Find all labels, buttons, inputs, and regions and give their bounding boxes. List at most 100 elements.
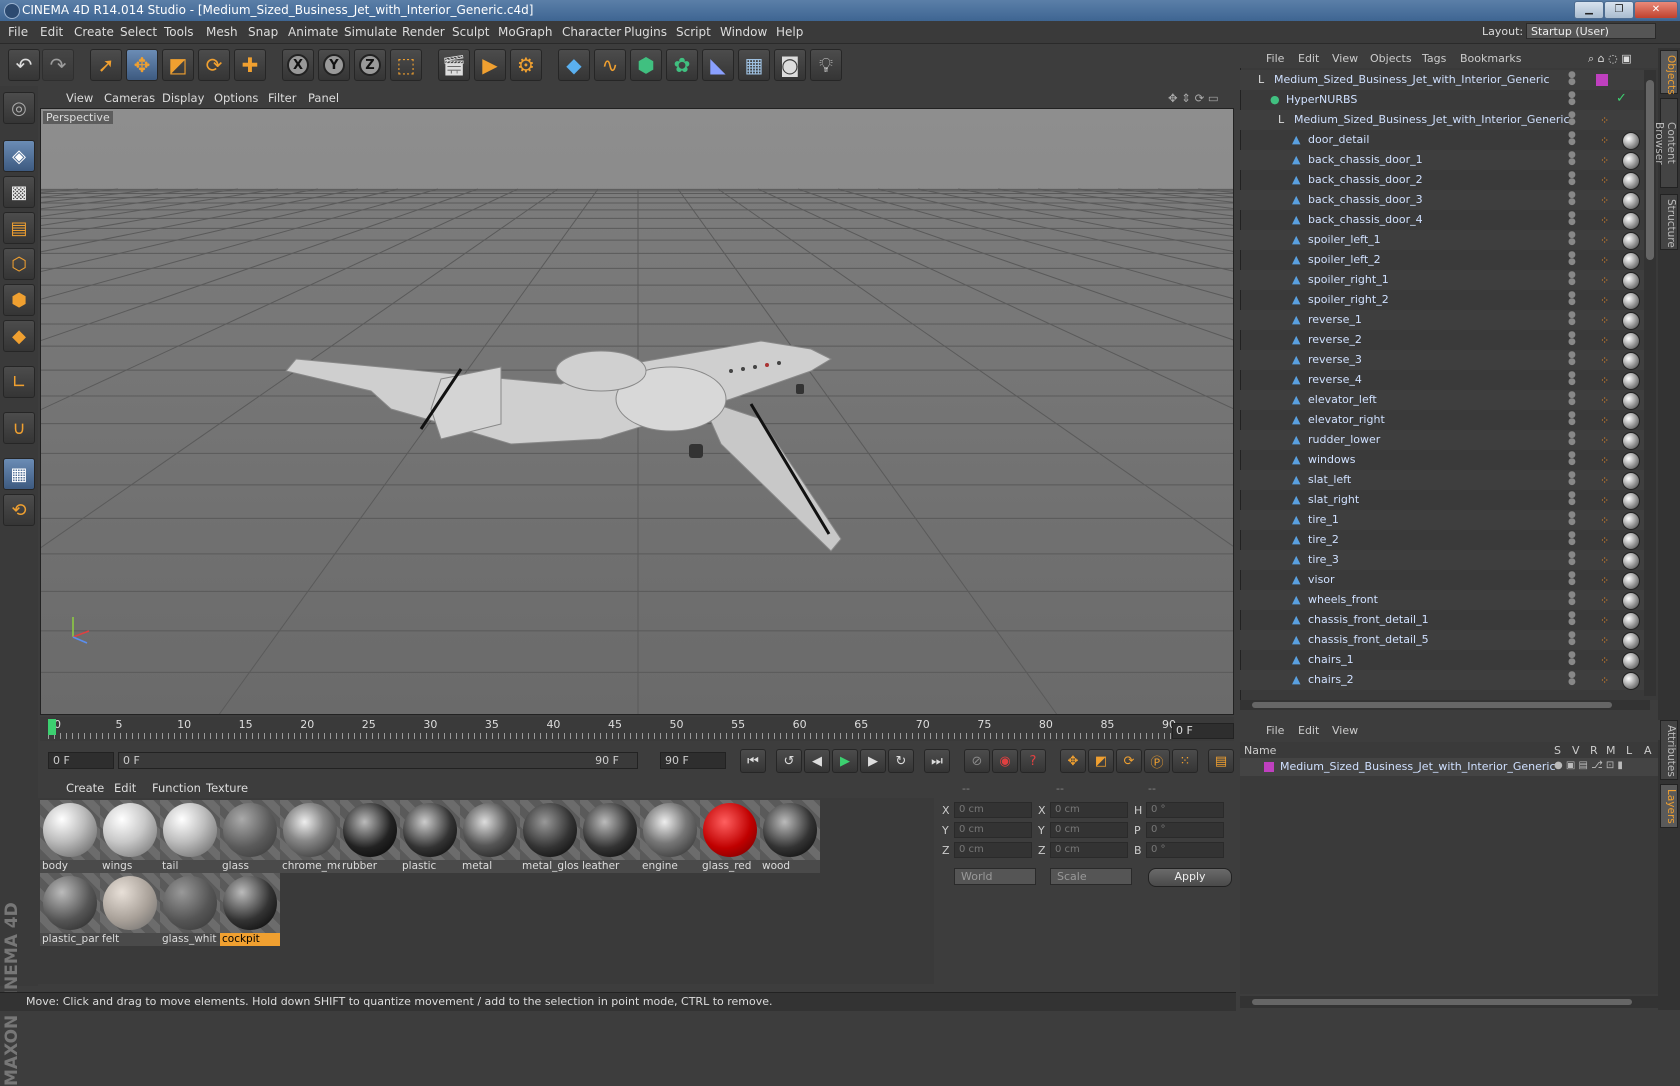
prev-frame-button[interactable]: ◀ xyxy=(804,749,830,773)
material-swatch[interactable]: body xyxy=(40,800,100,874)
render-picture-viewer-button[interactable]: ▶ xyxy=(474,49,506,81)
key-rotation-button[interactable]: ⟳ xyxy=(1116,749,1142,773)
phong-tag-icon[interactable]: ⁘ xyxy=(1600,634,1613,647)
object-name[interactable]: door_detail xyxy=(1308,133,1369,146)
object-row[interactable]: ▲ chassis_front_detail_1 ● ● ⁘ xyxy=(1240,610,1644,630)
snap-button[interactable]: ∪ xyxy=(3,412,35,444)
render-view-button[interactable]: 🎬︎ xyxy=(438,49,470,81)
material-swatch[interactable]: glass_red xyxy=(700,800,760,874)
object-row[interactable]: ▲ visor ● ● ⁘ xyxy=(1240,570,1644,590)
tab-layers[interactable]: Layers xyxy=(1660,784,1678,828)
material-tag-icon[interactable] xyxy=(1622,672,1640,690)
phong-tag-icon[interactable]: ⁘ xyxy=(1600,494,1613,507)
material-tag-icon[interactable] xyxy=(1622,492,1640,510)
material-tag-icon[interactable] xyxy=(1622,352,1640,370)
phong-tag-icon[interactable]: ⁘ xyxy=(1600,534,1613,547)
key-pla-button[interactable]: ⁙ xyxy=(1172,749,1198,773)
layer-manager-scrollbar[interactable] xyxy=(1240,996,1658,1008)
z-axis-button[interactable]: Z xyxy=(354,49,386,81)
om-menu-bookmarks[interactable]: Bookmarks xyxy=(1460,52,1521,65)
rotate-tool-button[interactable]: ⟳ xyxy=(198,49,230,81)
layer-name[interactable]: Medium_Sized_Business_Jet_with_Interior_… xyxy=(1280,760,1556,773)
object-row[interactable]: ▲ wheels_front ● ● ⁘ xyxy=(1240,590,1644,610)
material-swatch[interactable]: plastic_par xyxy=(40,873,100,947)
om-search-icon[interactable]: ⌕ ⌂ ◌ ▣ xyxy=(1588,52,1632,66)
apply-button[interactable]: Apply xyxy=(1148,868,1232,887)
key-parameter-button[interactable]: Ⓟ xyxy=(1144,749,1170,773)
object-name[interactable]: back_chassis_door_3 xyxy=(1308,193,1423,206)
layer-toggle-icons[interactable]: ● ▣ ▤ ⎇ ⊡ ▮ xyxy=(1554,760,1623,771)
object-row[interactable]: ▲ reverse_1 ● ● ⁘ xyxy=(1240,310,1644,330)
visibility-dots[interactable]: ● ● xyxy=(1568,291,1582,307)
key-position-button[interactable]: ✥ xyxy=(1060,749,1086,773)
coord-mode-select[interactable]: World xyxy=(954,868,1036,885)
object-list-scroll-thumb[interactable] xyxy=(1646,80,1654,260)
material-tag-icon[interactable] xyxy=(1622,152,1640,170)
object-name[interactable]: back_chassis_door_1 xyxy=(1308,153,1423,166)
menu-animate[interactable]: Animate xyxy=(288,25,338,39)
coord-pos-z[interactable]: 0 cm xyxy=(954,842,1032,858)
visibility-dots[interactable]: ● ● xyxy=(1568,411,1582,427)
close-button[interactable]: ✕ xyxy=(1634,1,1678,19)
floor-button[interactable]: ▦ xyxy=(738,49,770,81)
timeline-ruler[interactable]: 0 5 10 15 20 25 30 35 40 45 50 55 60 65 70 75 80 85 90 xyxy=(40,717,1234,741)
scale-tool-button[interactable]: ◩ xyxy=(162,49,194,81)
visibility-dots[interactable]: ● ● xyxy=(1568,491,1582,507)
object-name[interactable]: tire_3 xyxy=(1308,553,1339,566)
object-name[interactable]: slat_right xyxy=(1308,493,1359,506)
phong-tag-icon[interactable]: ⁘ xyxy=(1600,554,1613,567)
visibility-dots[interactable]: ● ● xyxy=(1568,591,1582,607)
phong-tag-icon[interactable]: ⁘ xyxy=(1600,594,1613,607)
phong-tag-icon[interactable]: ⁘ xyxy=(1600,334,1613,347)
om-menu-view[interactable]: View xyxy=(1332,52,1358,65)
material-swatch[interactable]: felt xyxy=(100,873,160,947)
coord-size-z[interactable]: 0 cm xyxy=(1050,842,1128,858)
material-swatch[interactable]: glass_whit xyxy=(160,873,220,947)
menu-window[interactable]: Window xyxy=(720,25,767,39)
object-row[interactable]: ▲ reverse_4 ● ● ⁘ xyxy=(1240,370,1644,390)
autokey-button[interactable]: ◉ xyxy=(992,749,1018,773)
layer-scroll-thumb[interactable] xyxy=(1252,999,1632,1005)
object-row[interactable]: ▲ reverse_2 ● ● ⁘ xyxy=(1240,330,1644,350)
object-name[interactable]: reverse_1 xyxy=(1308,313,1362,326)
visibility-dots[interactable]: ● ● xyxy=(1568,331,1582,347)
minimize-button[interactable]: ▁ xyxy=(1574,1,1604,19)
visibility-dots[interactable]: ● ● xyxy=(1568,391,1582,407)
visibility-dots[interactable]: ● ● xyxy=(1568,231,1582,247)
menu-help[interactable]: Help xyxy=(776,25,803,39)
tab-structure[interactable]: Structure xyxy=(1660,194,1678,250)
phong-tag-icon[interactable]: ⁘ xyxy=(1600,274,1613,287)
material-tag-icon[interactable] xyxy=(1622,572,1640,590)
lm-col-a[interactable]: A xyxy=(1644,744,1652,757)
phong-tag-icon[interactable]: ⁘ xyxy=(1600,374,1613,387)
material-tag-icon[interactable] xyxy=(1622,192,1640,210)
material-swatch[interactable]: engine xyxy=(640,800,700,874)
object-row[interactable]: ▲ slat_left ● ● ⁘ xyxy=(1240,470,1644,490)
menu-tools[interactable]: Tools xyxy=(164,25,194,39)
object-row[interactable]: ▲ chassis_front_detail_5 ● ● ⁘ xyxy=(1240,630,1644,650)
phong-tag-icon[interactable]: ⁘ xyxy=(1600,174,1613,187)
material-swatch[interactable]: glass xyxy=(220,800,280,874)
object-row[interactable]: ▲ tire_3 ● ● ⁘ xyxy=(1240,550,1644,570)
material-tag-icon[interactable] xyxy=(1622,292,1640,310)
object-name[interactable]: reverse_3 xyxy=(1308,353,1362,366)
visibility-dots[interactable]: ● ● xyxy=(1568,451,1582,467)
object-name[interactable]: reverse_2 xyxy=(1308,333,1362,346)
object-name[interactable]: chassis_front_detail_1 xyxy=(1308,613,1429,626)
material-swatch[interactable]: wood xyxy=(760,800,820,874)
material-tag-icon[interactable] xyxy=(1622,272,1640,290)
array-button[interactable]: ✿ xyxy=(666,49,698,81)
layer-row[interactable]: Medium_Sized_Business_Jet_with_Interior_… xyxy=(1240,758,1658,776)
visibility-dots[interactable]: ● ● xyxy=(1568,171,1582,187)
add-tool-button[interactable]: ✚ xyxy=(234,49,266,81)
visibility-dots[interactable]: ● ● xyxy=(1568,631,1582,647)
object-row[interactable]: ▲ rudder_lower ● ● ⁘ xyxy=(1240,430,1644,450)
material-tag-icon[interactable] xyxy=(1622,632,1640,650)
tab-content-browser[interactable]: Content Browser xyxy=(1653,98,1678,188)
frame-range-slider[interactable]: 0 F 90 F xyxy=(118,752,638,769)
material-swatch[interactable]: metal_glos xyxy=(520,800,580,874)
lm-col-v[interactable]: V xyxy=(1572,744,1580,757)
axis-mode-button[interactable]: ∟ xyxy=(3,366,35,398)
menu-plugins[interactable]: Plugins xyxy=(624,25,667,39)
object-row[interactable]: ▲ back_chassis_door_1 ● ● ⁘ xyxy=(1240,150,1644,170)
